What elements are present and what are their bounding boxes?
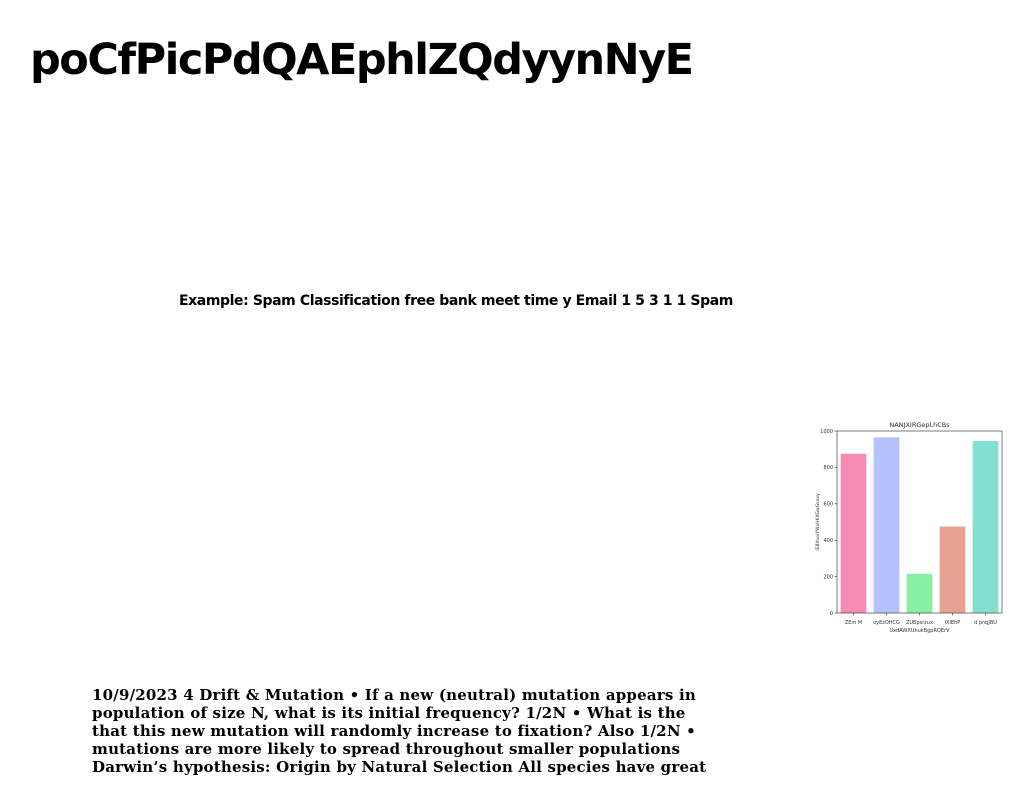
chart-y-tick-label: 600 (823, 502, 833, 508)
chart-bar (840, 453, 867, 613)
chart-bar (906, 573, 933, 613)
chart-x-tick-label: iXIEhP (945, 620, 961, 626)
body-line: 10/9/2023 4 Drift & Mutation • If a new … (92, 686, 696, 704)
chart-title: NANJXIRGepLhCBs (889, 421, 950, 429)
chart-y-tick-label: 0 (830, 611, 833, 617)
body-line: population of size N, what is its initia… (92, 704, 686, 722)
body-line: mutations are more likely to spread thro… (92, 740, 681, 758)
chart-y-tick-label: 800 (823, 465, 833, 471)
chart-bar (873, 437, 900, 613)
chart-x-tick-label: ZUBpsrzux (906, 620, 933, 626)
body-line: that this new mutation will randomly inc… (92, 722, 696, 740)
body-text: 10/9/2023 4 Drift & Mutation • If a new … (92, 686, 752, 776)
chart-y-tick-label: 400 (823, 538, 833, 544)
chart-bar (939, 526, 966, 613)
chart-x-tick-label: d pnqJBU (974, 620, 997, 626)
chart-y-axis-label: lEBIhuvYWxHKXGwGsaxy (815, 493, 821, 551)
chart-x-axis-label: UxdAWXUhukBgpRQErV (889, 628, 950, 634)
body-line: Darwin’s hypothesis: Origin by Natural S… (92, 758, 707, 776)
chart-y-tick-label: 1000 (820, 429, 833, 435)
chart-y-tick-label: 200 (823, 574, 833, 580)
bar-chart: NANJXIRGepLhCBs ZEm M oyEzOHCG ZUBpsrzux iXI… (810, 416, 1010, 638)
chart-x-tick-label: oyEzOHCG (873, 620, 900, 626)
page-title: poCfPicPdQAEphlZQdyynNyE (30, 35, 694, 85)
chart-bar (972, 441, 999, 613)
bar-chart-svg: NANJXIRGepLhCBs ZEm M oyEzOHCG ZUBpsrzux iXI… (815, 421, 1003, 634)
slide-caption: Example: Spam Classification free bank m… (179, 293, 733, 309)
chart-x-tick-label: ZEm M (845, 620, 862, 626)
